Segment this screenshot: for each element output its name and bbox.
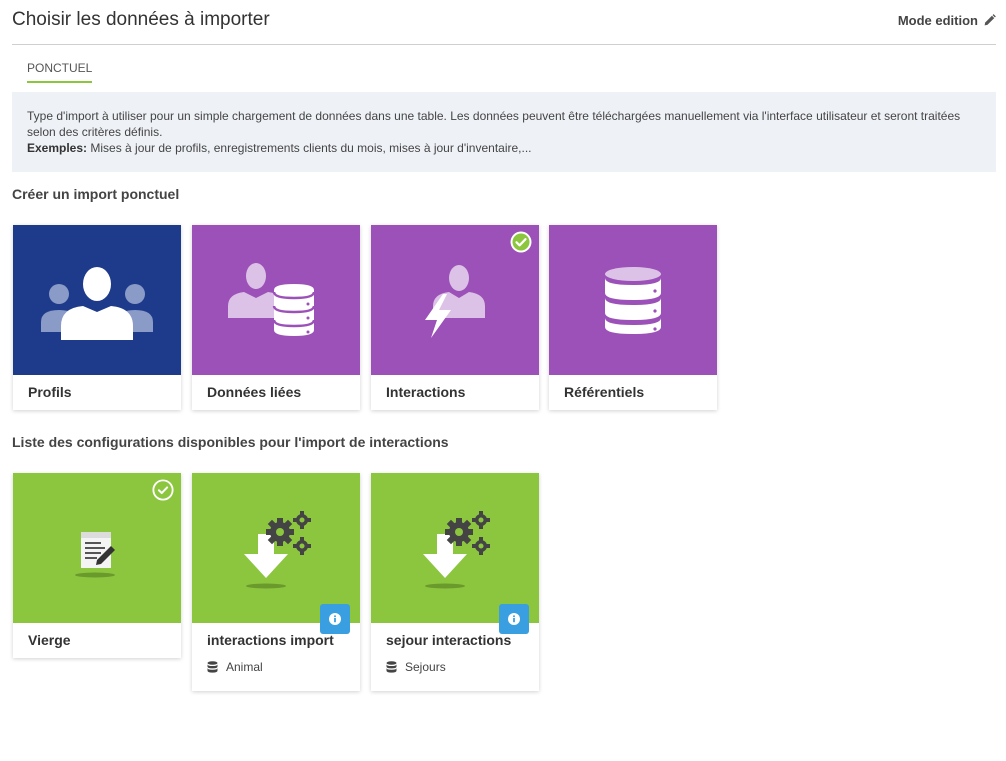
card-profils-image <box>13 225 181 375</box>
card-donnees-liees-label: Données liées <box>207 384 302 400</box>
section-title-import: Créer un import ponctuel <box>12 186 180 202</box>
card-donnees-liees[interactable]: Données liées <box>192 225 360 410</box>
info-text: Type d'import à utiliser pour un simple … <box>27 109 961 139</box>
card-donnees-liees-image <box>192 225 360 375</box>
mode-edition-label: Mode edition <box>897 13 978 28</box>
users-icon <box>41 267 153 340</box>
user-database-icon <box>228 263 316 336</box>
table-name: Animal <box>226 660 263 674</box>
card-interactions-import[interactable]: interactions import Animal <box>192 473 360 691</box>
card-interactions-import-image <box>192 473 360 623</box>
info-description: Type d'import à utiliser pour un simple … <box>12 92 996 172</box>
info-button[interactable] <box>499 604 529 634</box>
table-name: Sejours <box>405 660 446 674</box>
card-interactions-import-table: Animal <box>207 660 263 674</box>
info-button[interactable] <box>320 604 350 634</box>
database-icon <box>207 661 218 673</box>
user-lightning-icon <box>425 265 485 338</box>
card-sejour-interactions-label: sejour interactions <box>386 632 512 648</box>
card-interactions[interactable]: Interactions <box>371 225 539 410</box>
page-title: Choisir les données à importer <box>12 9 270 30</box>
card-interactions-label: Interactions <box>386 384 466 400</box>
download-gears-icon <box>423 511 490 589</box>
card-sejour-interactions-table: Sejours <box>386 660 446 674</box>
card-sejour-interactions-image <box>371 473 539 623</box>
database-icon <box>605 267 661 334</box>
pencil-icon <box>984 14 996 26</box>
card-profils[interactable]: Profils <box>13 225 181 410</box>
card-referentiels-image <box>549 225 717 375</box>
document-edit-icon <box>75 532 115 578</box>
examples-label: Exemples: <box>27 141 88 155</box>
examples-text: Mises à jour de profils, enregistrements… <box>87 141 532 155</box>
tab-ponctuel[interactable]: PONCTUEL <box>27 61 93 83</box>
page-header: Choisir les données à importer Mode edit… <box>12 0 996 45</box>
download-gears-icon <box>244 511 311 589</box>
section-title-config: Liste des configurations disponibles pou… <box>12 434 449 450</box>
selected-check-icon <box>510 231 532 253</box>
card-vierge-label: Vierge <box>28 632 71 648</box>
card-referentiels[interactable]: Référentiels <box>549 225 717 410</box>
card-profils-label: Profils <box>28 384 72 400</box>
card-interactions-import-label: interactions import <box>207 632 334 648</box>
mode-edition-button[interactable]: Mode edition <box>898 13 996 28</box>
info-icon <box>329 613 341 625</box>
card-vierge[interactable]: Vierge <box>13 473 181 658</box>
info-icon <box>508 613 520 625</box>
card-referentiels-label: Référentiels <box>564 384 645 400</box>
database-icon <box>386 661 397 673</box>
card-sejour-interactions[interactable]: sejour interactions Sejours <box>371 473 539 691</box>
selected-check-icon <box>152 479 174 501</box>
